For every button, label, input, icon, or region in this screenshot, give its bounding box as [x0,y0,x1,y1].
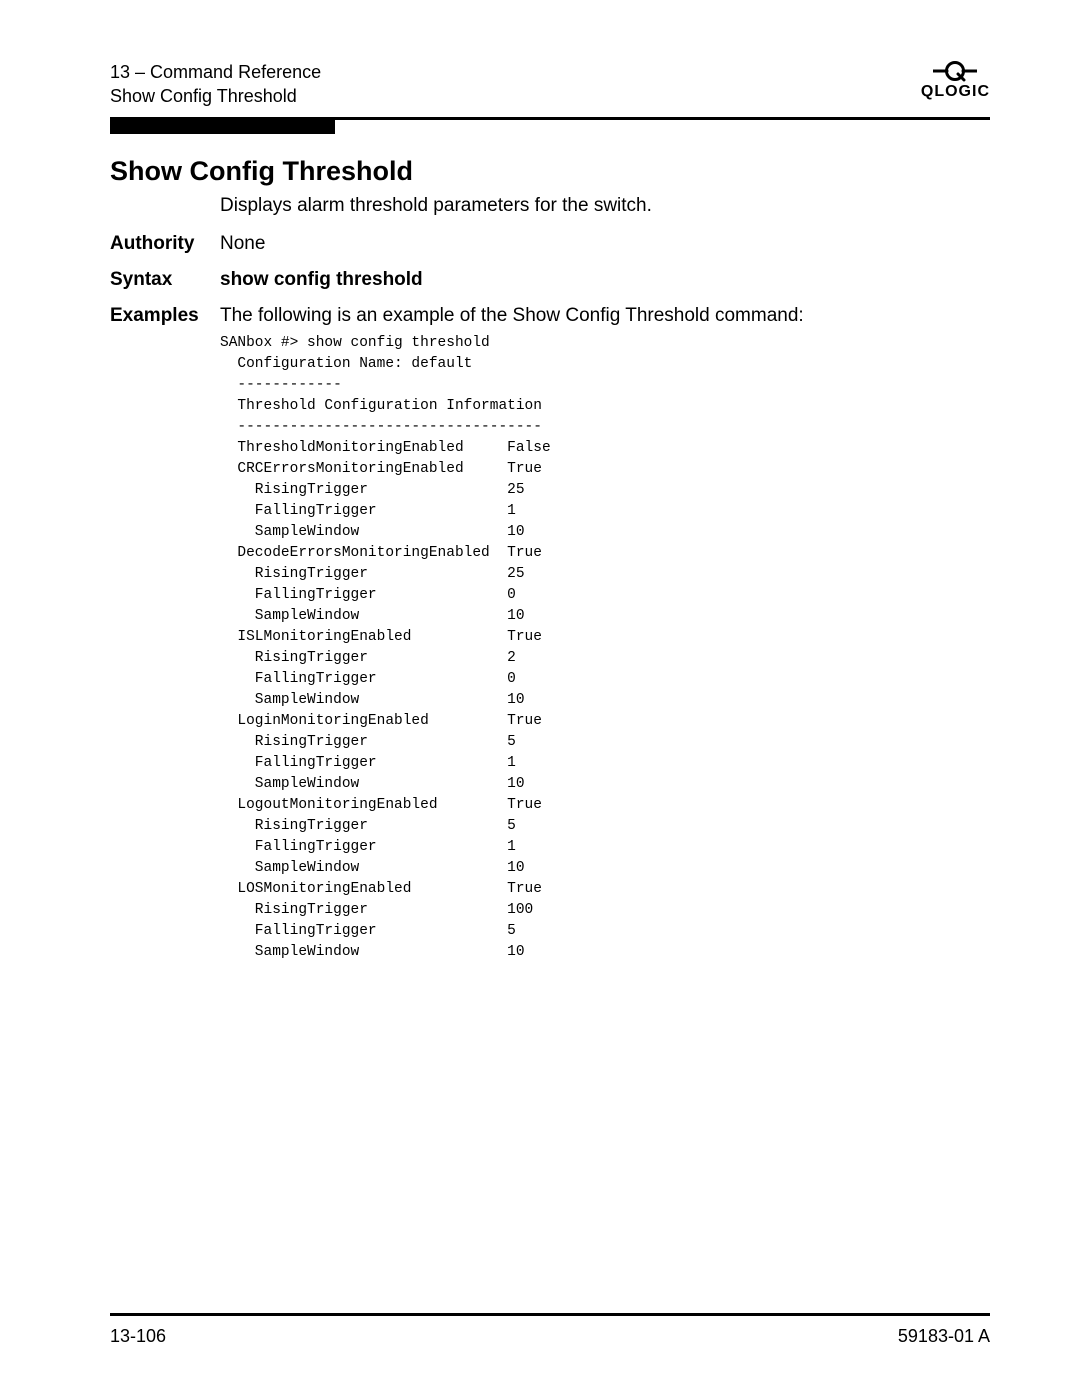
examples-intro: The following is an example of the Show … [220,305,804,327]
syntax-label: Syntax [110,269,220,291]
authority-section: Authority None [110,233,990,255]
page: 13 – Command Reference Show Config Thres… [0,0,1080,1397]
footer-rule [110,1313,990,1316]
syntax-section: Syntax show config threshold [110,269,990,291]
chapter-line: 13 – Command Reference [110,60,321,84]
examples-label: Examples [110,305,220,327]
qlogic-logo-icon [921,60,990,82]
authority-value: None [220,233,265,255]
footer-doc-id: 59183-01 A [898,1326,990,1347]
subtitle-line: Show Config Threshold [110,84,321,108]
authority-label: Authority [110,233,220,255]
black-bar [110,120,335,134]
page-header: 13 – Command Reference Show Config Thres… [110,60,990,109]
page-footer: 13-106 59183-01 A [110,1313,990,1347]
header-text: 13 – Command Reference Show Config Thres… [110,60,321,109]
example-code-block: SANbox #> show config threshold Configur… [220,333,990,963]
description: Displays alarm threshold parameters for … [220,195,990,217]
syntax-value: show config threshold [220,269,423,291]
footer-page-number: 13-106 [110,1326,166,1347]
page-title: Show Config Threshold [110,156,990,187]
qlogic-logo: QLOGIC [921,60,990,100]
examples-section: Examples The following is an example of … [110,305,990,327]
qlogic-logo-text: QLOGIC [921,84,990,100]
